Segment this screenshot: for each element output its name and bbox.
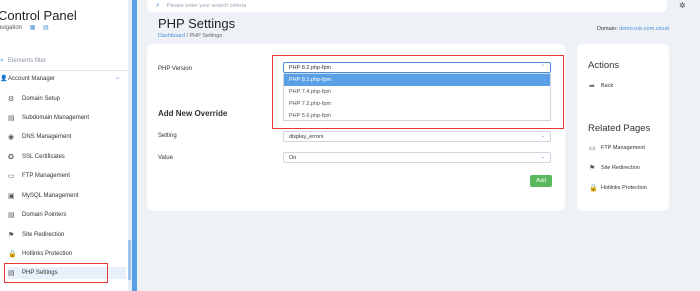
sidebar-item-domain-pointers[interactable]: ▤ Domain Pointers [8, 209, 126, 221]
actions-title: Actions [588, 60, 620, 71]
elements-filter-placeholder: Elements filter [8, 58, 47, 64]
sidebar-group-account-manager[interactable]: 👤 Account Manager ⌄ [0, 73, 126, 84]
back-label: Back [601, 83, 614, 89]
domain-info: Domain: demo.ruk-com.cloud [597, 26, 669, 32]
elements-filter-input[interactable]: ⌕ Elements filter [0, 56, 126, 66]
sidebar-divider-line [0, 70, 130, 71]
domain-pointers-icon: ▤ [8, 212, 15, 219]
ftp-icon: ▭ [8, 173, 15, 180]
sidebar-item-hotlinks-protection[interactable]: 🔒 Hotlinks Protection [8, 248, 126, 260]
sidebar-item-label: MySQL Management [22, 193, 79, 199]
related-link-label: Site Redirection [601, 165, 640, 171]
chevron-down-icon: ⌄ [540, 154, 545, 160]
sidebar-scrollbar-thumb[interactable] [128, 240, 131, 280]
sidebar-item-site-redirection[interactable]: ⚑ Site Redirection [8, 229, 126, 241]
breadcrumb-dashboard-link[interactable]: Dashboard [158, 33, 185, 39]
setting-select[interactable]: display_errors ⌄ [283, 131, 551, 142]
ftp-icon: ▭ [589, 145, 596, 152]
add-override-title: Add New Override [158, 109, 228, 118]
sidebar-item-label: Hotlinks Protection [22, 251, 73, 257]
related-link-site-redirection[interactable]: ⚑ Site Redirection [589, 164, 640, 172]
sidebar-item-label: Domain Pointers [22, 212, 67, 218]
setting-selected-value: display_errors [289, 133, 324, 140]
user-icon: 👤 [0, 76, 8, 82]
sidebar-item-label: Site Redirection [22, 232, 65, 238]
dns-icon: ◉ [8, 134, 15, 141]
breadcrumb-current: / PHP Settings [184, 33, 223, 39]
ssl-icon: ✪ [8, 154, 14, 161]
value-label: Value [158, 155, 173, 161]
page-title: PHP Settings [158, 16, 236, 31]
related-link-label: FTP Management [601, 145, 645, 151]
sidebar-item-label: Domain Setup [22, 96, 61, 102]
sidebar: Control Panel avigation ▦ ▤ ⌕ Elements f… [0, 0, 131, 291]
arrow-right-icon: ➦ [589, 83, 595, 90]
related-pages-title: Related Pages [588, 123, 651, 134]
sidebar-item-label: Subdomain Management [22, 115, 90, 121]
value-select[interactable]: On ⌄ [283, 152, 551, 163]
chevron-down-icon: ⌄ [540, 133, 545, 139]
sidebar-item-dns-management[interactable]: ◉ DNS Management [8, 131, 126, 143]
search-icon: ⌕ [0, 57, 4, 64]
sidebar-navigation-row: avigation ▦ ▤ [0, 24, 49, 31]
hotlinks-icon: 🔒 [589, 185, 598, 192]
related-link-label: Hotlinks Protection [601, 185, 647, 191]
hotlinks-icon: 🔒 [8, 251, 17, 258]
related-link-ftp-management[interactable]: ▭ FTP Management [589, 144, 645, 152]
domain-label: Domain: [597, 26, 618, 32]
sidebar-title: Control Panel [0, 8, 77, 23]
sidebar-item-ftp-management[interactable]: ▭ FTP Management [8, 170, 126, 182]
sidebar-item-label: DNS Management [22, 134, 72, 140]
setting-label: Setting [158, 133, 177, 139]
site-redirection-icon: ⚑ [589, 165, 596, 172]
related-link-hotlinks-protection[interactable]: 🔒 Hotlinks Protection [589, 184, 647, 192]
search-input[interactable]: Please enter your search criteria [167, 3, 246, 9]
php-version-label: PHP Version [158, 66, 192, 72]
chevron-down-icon: ⌄ [114, 75, 120, 81]
sidebar-group-label: Account Manager [8, 75, 56, 82]
php-settings-highlight-box [4, 263, 108, 283]
settings-icon[interactable]: ✲ [679, 1, 686, 10]
domain-setup-icon: ⚙ [8, 96, 15, 103]
grid-icon[interactable]: ▦ [30, 25, 36, 31]
sidebar-item-subdomain-management[interactable]: ▤ Subdomain Management [8, 112, 126, 124]
mysql-icon: ▣ [8, 193, 15, 200]
sidebar-item-ssl-certificates[interactable]: ✪ SSL Certificates [8, 151, 126, 163]
sidebar-item-mysql-management[interactable]: ▣ MySQL Management [8, 190, 126, 202]
sidebar-item-domain-setup[interactable]: ⚙ Domain Setup [8, 93, 126, 105]
sidebar-item-label: FTP Management [22, 173, 70, 179]
search-bar[interactable]: ⌕ Please enter your search criteria [147, 0, 667, 12]
value-selected-value: On [289, 154, 297, 161]
navigation-label: avigation [0, 25, 23, 31]
search-icon: ⌕ [156, 2, 160, 9]
domain-value[interactable]: demo.ruk-com.cloud [619, 26, 669, 32]
subdomain-icon: ▤ [8, 115, 15, 122]
add-button[interactable]: Add [530, 175, 552, 187]
back-link[interactable]: ➦ Back [589, 82, 613, 90]
php-version-highlight-box [272, 55, 564, 129]
sidebar-item-label: SSL Certificates [22, 154, 65, 160]
breadcrumb: Dashboard / PHP Settings [158, 33, 222, 39]
site-redirection-icon: ⚑ [8, 232, 15, 239]
sidebar-resize-handle[interactable] [132, 0, 137, 291]
list-icon[interactable]: ▤ [43, 25, 49, 31]
